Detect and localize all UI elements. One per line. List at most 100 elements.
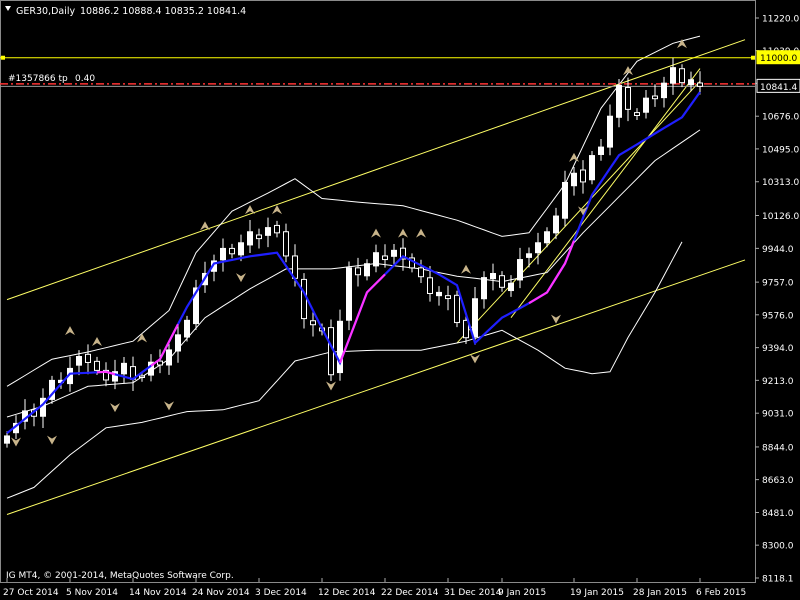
ma-highlight-segment [150,323,179,367]
fractal-up-icon [92,336,102,346]
date-tick-label: 12 Dec 2014 [318,588,376,598]
price-label-text: 10841.4 [760,83,797,93]
candle-body [283,231,289,257]
candle-body [175,334,181,352]
fractal-up-icon [137,333,147,343]
fractal-up-icon [65,326,75,336]
price-tick-label: 8300.0 [762,542,794,552]
price-tick-label: 8663.0 [762,476,794,486]
candle-body [472,298,478,338]
candle-body [454,294,460,324]
price-tick-label: 10495.0 [762,145,799,155]
price-tick-label: 8481.0 [762,509,794,519]
candle-body [238,242,244,256]
date-tick-label: 22 Dec 2014 [381,588,439,598]
date-tick-label: 14 Nov 2014 [129,588,187,598]
date-tick-label: 24 Nov 2014 [192,588,250,598]
candle-body [274,224,280,234]
candle-body [634,112,640,116]
horizontal-levels [0,57,755,87]
plot-frame [0,0,756,583]
candle-body [535,242,541,254]
candle-body [391,249,397,257]
candle-body [76,356,82,366]
candle-body [445,295,451,300]
channel-line [510,68,701,318]
fractal-down-icon [326,381,336,391]
candle-body [670,67,676,84]
candle-body [256,234,262,240]
candle-body [517,259,523,281]
time-axis: 27 Oct 2014 5 Nov 2014 14 Nov 2014 24 Nov 2… [3,578,746,598]
band-upper-line [6,35,701,387]
candle-body [355,267,361,276]
price-tick-label: 10126.0 [762,212,799,222]
candle-body [4,435,10,444]
candle-body [661,82,667,99]
price-tick-label: 8118.1 [762,575,794,585]
price-tick-label: 10313.0 [762,178,799,188]
fractal-down-icon [47,435,57,445]
candle-body [607,115,613,148]
date-tick-label: 19 Jan 2015 [570,588,624,598]
price-chart[interactable]: 11220.011039.010858.010676.010495.010313… [0,0,800,600]
fractal-up-icon [398,228,408,238]
candle-body [490,273,496,280]
order-line-label: #1357866 tp [8,74,68,84]
collapse-triangle-icon[interactable] [5,6,11,11]
order-line-value: 0.40 [75,74,95,84]
candle-body [481,277,487,300]
trend-channels [6,39,746,515]
candle-body [544,231,550,244]
candle-body [139,375,145,378]
fractal-down-icon [110,403,120,413]
price-tick-label: 9944.0 [762,245,794,255]
date-tick-label: 6 Feb 2015 [696,588,746,598]
candle-body [427,277,433,294]
fractal-down-icon [236,273,246,283]
envelope-bands [6,35,701,499]
price-tick-label: 9213.0 [762,377,794,387]
fractal-up-icon [245,205,255,215]
candle-body [652,95,658,100]
candle-body [310,320,316,326]
price-tick-label: 8844.0 [762,443,794,453]
candle-body [598,146,604,155]
fractal-down-icon [164,401,174,411]
fractal-up-icon [416,228,426,238]
date-tick-label: 31 Dec 2014 [444,588,502,598]
candle-body [121,362,127,375]
level-marker-left [1,55,5,60]
candle-body [643,97,649,113]
candle-body [373,252,379,267]
channel-line [456,80,701,344]
price-tick-label: 9394.0 [762,344,794,354]
candle-body [562,181,568,219]
candle-body [184,319,190,338]
price-axis: 11220.011039.010858.010676.010495.010313… [755,15,799,585]
candle-body [499,275,505,288]
copyright-text: IG MT4, © 2001-2014, MetaQuotes Software… [6,571,234,581]
date-tick-label: 9 Jan 2015 [498,588,546,598]
candle-body [346,267,352,321]
price-tick-label: 11220.0 [762,15,799,25]
price-tick-label: 10676.0 [762,113,799,123]
candle-body [265,227,271,236]
candle-body [580,169,586,183]
fractal-up-icon [272,205,282,215]
candlesticks [4,57,703,448]
candle-body [697,82,703,87]
fractal-up-icon [461,264,471,274]
candle-body [94,360,100,371]
candle-body [553,215,559,234]
candle-body [382,255,388,261]
candle-body [616,84,622,118]
fractal-down-icon [470,354,480,364]
price-tick-label: 9757.0 [762,279,794,289]
channel-line [6,259,746,515]
fractal-markers [11,39,687,447]
candle-body [526,253,532,258]
candle-body [229,247,235,255]
date-tick-label: 3 Dec 2014 [255,588,307,598]
candle-body [418,267,424,278]
